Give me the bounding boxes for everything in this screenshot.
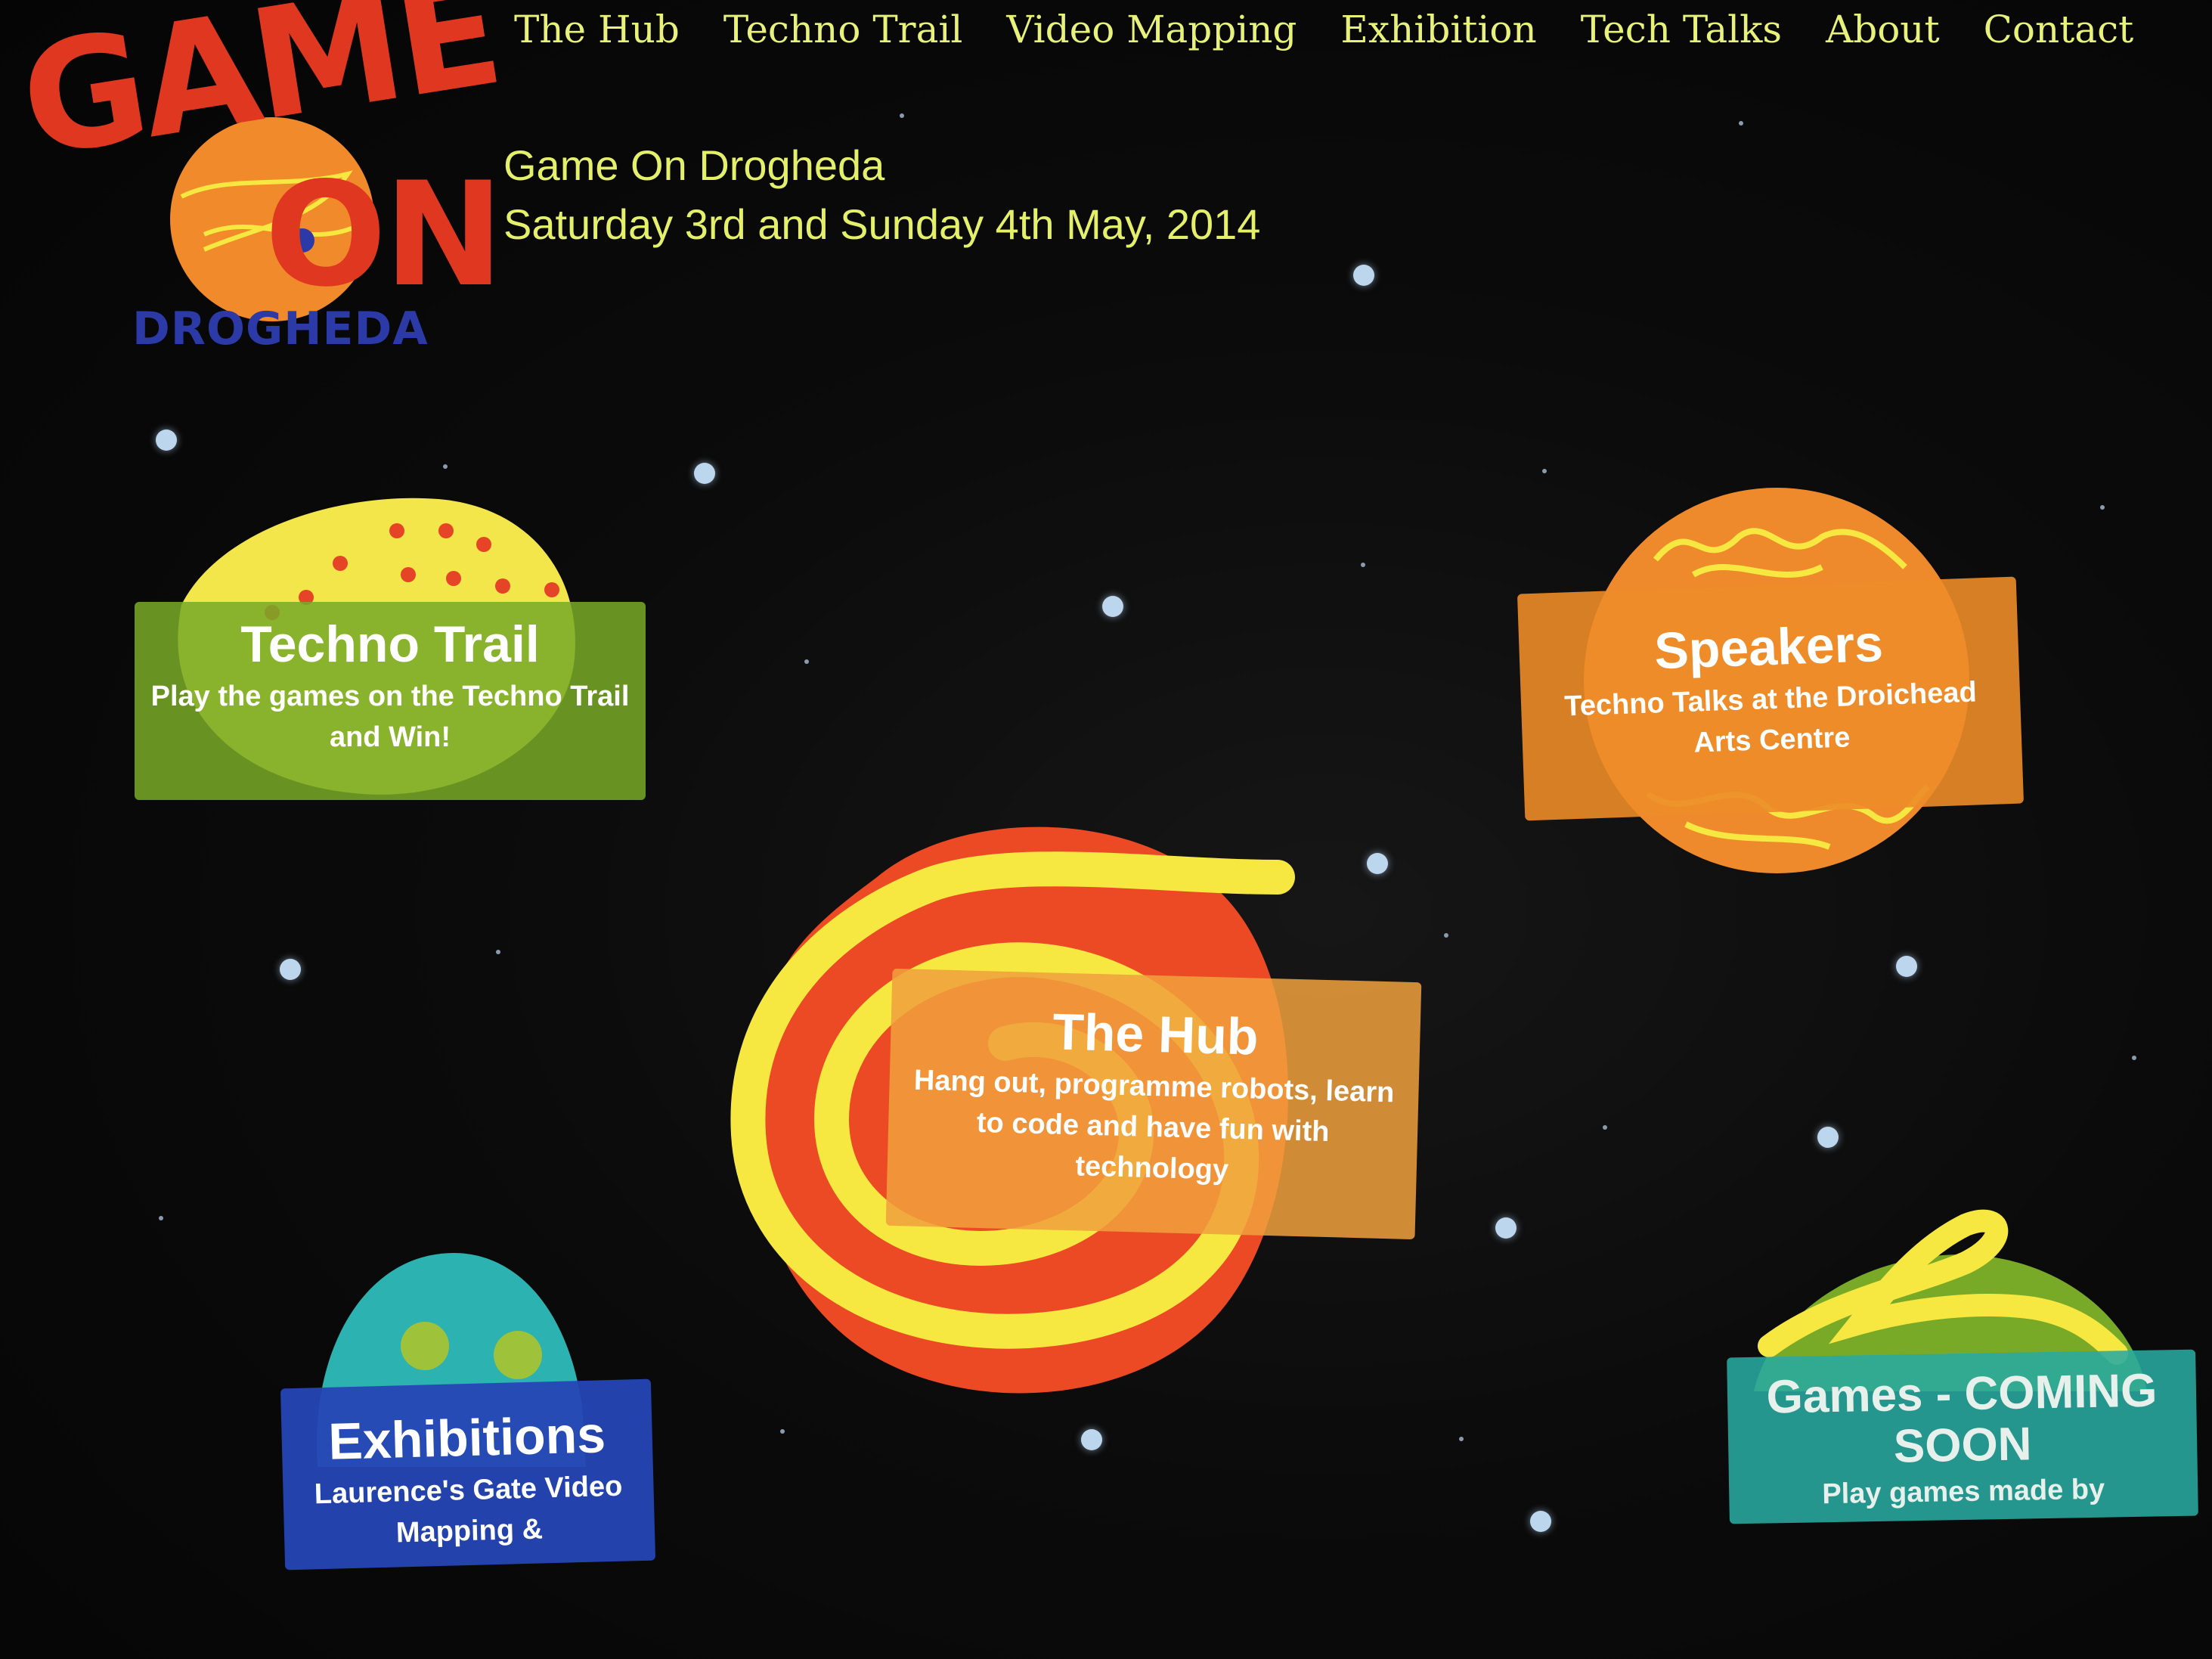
- star: [780, 1429, 785, 1434]
- nav-item-the-hub[interactable]: The Hub: [514, 8, 680, 51]
- card-description: Play the games on the Techno Trail and W…: [150, 681, 630, 753]
- star: [1367, 853, 1388, 874]
- star: [1353, 265, 1374, 286]
- star: [2100, 505, 2105, 510]
- hub-card[interactable]: The Hub Hang out, programme robots, lear…: [885, 968, 1422, 1240]
- techno-trail-card[interactable]: Techno Trail Play the games on the Techn…: [135, 602, 646, 800]
- star: [1530, 1511, 1551, 1532]
- star: [1896, 956, 1917, 977]
- nav-item-exhibition[interactable]: Exhibition: [1340, 8, 1536, 51]
- event-headline: Game On Drogheda Saturday 3rd and Sunday…: [503, 136, 1260, 254]
- star: [1361, 563, 1365, 567]
- event-dates: Saturday 3rd and Sunday 4th May, 2014: [503, 200, 1261, 248]
- star: [1102, 596, 1123, 617]
- star: [496, 950, 500, 954]
- nav-item-tech-talks[interactable]: Tech Talks: [1581, 8, 1782, 51]
- page: GAME ON DROGHEDA The Hub Techno Trail Vi…: [0, 0, 2212, 1659]
- card-description: Laurence's Gate Video Mapping &: [314, 1470, 623, 1549]
- star: [280, 959, 301, 980]
- star: [1817, 1127, 1839, 1148]
- star: [159, 1216, 163, 1220]
- game-on-logo[interactable]: GAME ON DROGHEDA: [11, 0, 509, 363]
- nav-item-about[interactable]: About: [1826, 8, 1940, 51]
- star: [1444, 933, 1448, 938]
- star: [1739, 121, 1743, 126]
- star: [1459, 1437, 1464, 1441]
- star: [1495, 1217, 1516, 1239]
- star: [156, 429, 177, 451]
- card-title: Exhibitions: [327, 1406, 606, 1471]
- star: [804, 659, 809, 664]
- games-card[interactable]: Games - COMING SOON Play games made by: [1727, 1349, 2198, 1524]
- card-description: Hang out, programme robots, learn to cod…: [913, 1064, 1395, 1186]
- logo-drogheda-text: DROGHEDA: [132, 302, 429, 355]
- card-description: Techno Talks at the Droichead Arts Centr…: [1563, 676, 1978, 759]
- card-title: Techno Trail: [240, 616, 540, 673]
- star: [443, 464, 448, 469]
- star: [900, 113, 904, 118]
- star: [1542, 469, 1547, 473]
- star: [2132, 1056, 2136, 1060]
- logo-on-text: ON: [265, 151, 504, 318]
- star: [1603, 1125, 1607, 1130]
- card-description: Play games made by: [1821, 1473, 2105, 1511]
- nav-item-video-mapping[interactable]: Video Mapping: [1006, 8, 1297, 51]
- card-title: Games - COMING SOON: [1766, 1364, 2158, 1473]
- main-nav: The Hub Techno Trail Video Mapping Exhib…: [514, 8, 2133, 51]
- speakers-card[interactable]: Speakers Techno Talks at the Droichead A…: [1516, 576, 2025, 821]
- event-name: Game On Drogheda: [503, 141, 885, 189]
- nav-item-techno-trail[interactable]: Techno Trail: [723, 8, 963, 51]
- star: [694, 463, 715, 484]
- star: [1081, 1429, 1102, 1450]
- nav-item-contact[interactable]: Contact: [1984, 8, 2134, 51]
- exhibitions-card[interactable]: Exhibitions Laurence's Gate Video Mappin…: [280, 1378, 656, 1571]
